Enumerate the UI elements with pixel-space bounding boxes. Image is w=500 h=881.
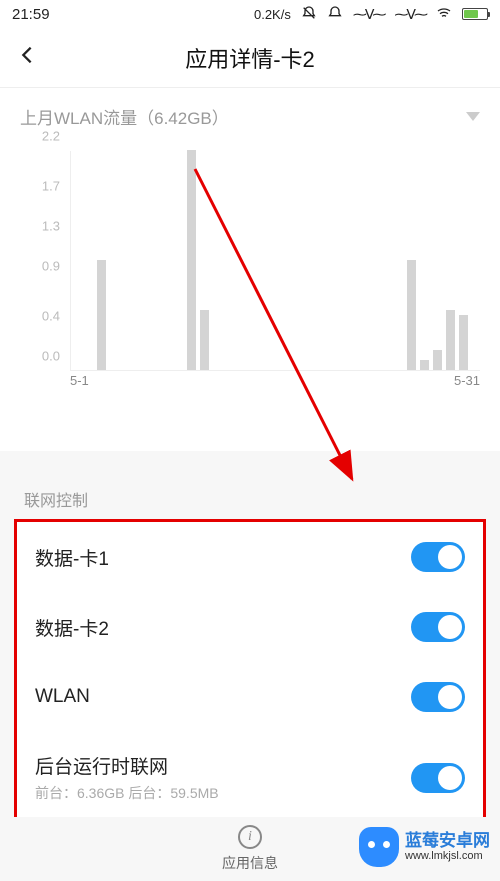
toggle-background-net[interactable] xyxy=(411,763,465,793)
bottom-label[interactable]: 应用信息 xyxy=(222,853,278,873)
wifi-icon xyxy=(436,5,452,24)
usage-period-dropdown[interactable]: 上月WLAN流量（6.42GB） xyxy=(0,88,500,141)
row-background-net[interactable]: 后台运行时联网 前台：6.36GB 后台：59.5MB xyxy=(17,732,483,823)
watermark: 蓝莓安卓网 www.lmkjsl.com xyxy=(359,827,490,867)
row-data-sim1[interactable]: 数据-卡1 xyxy=(17,522,483,592)
toggle-data-sim2[interactable] xyxy=(411,612,465,642)
dnd-icon xyxy=(301,5,317,24)
info-icon[interactable]: i xyxy=(238,825,262,849)
watermark-url: www.lmkjsl.com xyxy=(405,850,490,862)
label-wlan: WLAN xyxy=(35,686,90,708)
status-bar: 21:59 0.2K/s ⁓ᐯ⁓ ⁓ᐯ⁓ xyxy=(0,0,500,28)
sub-background-net: 前台：6.36GB 后台：59.5MB xyxy=(35,783,219,803)
header: 应用详情-卡2 xyxy=(0,28,500,88)
status-icons: 0.2K/s ⁓ᐯ⁓ ⁓ᐯ⁓ xyxy=(254,5,488,24)
chart-bar xyxy=(407,260,416,370)
chart-bar xyxy=(200,310,209,370)
chart-bar xyxy=(446,310,455,370)
watermark-title: 蓝莓安卓网 xyxy=(405,832,490,851)
back-button[interactable] xyxy=(16,42,46,73)
label-data-sim1: 数据-卡1 xyxy=(35,544,109,571)
toggle-data-sim1[interactable] xyxy=(411,542,465,572)
label-background-net: 后台运行时联网 xyxy=(35,752,219,779)
section-label-network: 联网控制 xyxy=(0,471,500,519)
chart-bar xyxy=(433,350,442,370)
chart-bar xyxy=(420,360,429,370)
label-data-sim2: 数据-卡2 xyxy=(35,614,109,641)
chart-bar xyxy=(97,260,106,370)
net-speed: 0.2K/s xyxy=(254,7,291,22)
toggle-wlan[interactable] xyxy=(411,682,465,712)
page-title: 应用详情-卡2 xyxy=(46,42,454,74)
row-data-sim2[interactable]: 数据-卡2 xyxy=(17,592,483,662)
dropdown-label: 上月WLAN流量（6.42GB） xyxy=(20,104,229,129)
battery-icon xyxy=(462,8,488,20)
row-wlan[interactable]: WLAN xyxy=(17,662,483,732)
usage-chart: 0.00.40.91.31.72.2 5-15-31 xyxy=(0,141,500,451)
chart-bar xyxy=(187,150,196,370)
chart-bar xyxy=(459,315,468,370)
status-time: 21:59 xyxy=(12,6,50,23)
watermark-logo-icon xyxy=(359,827,399,867)
signal-icon-2: ⁓ᐯ⁓ xyxy=(394,6,426,23)
signal-icon-1: ⁓ᐯ⁓ xyxy=(353,6,385,23)
chevron-down-icon xyxy=(466,112,480,121)
network-controls-group: 数据-卡1 数据-卡2 WLAN 后台运行时联网 前台：6.36GB 后台：59… xyxy=(14,519,486,826)
bell-icon xyxy=(327,5,343,24)
